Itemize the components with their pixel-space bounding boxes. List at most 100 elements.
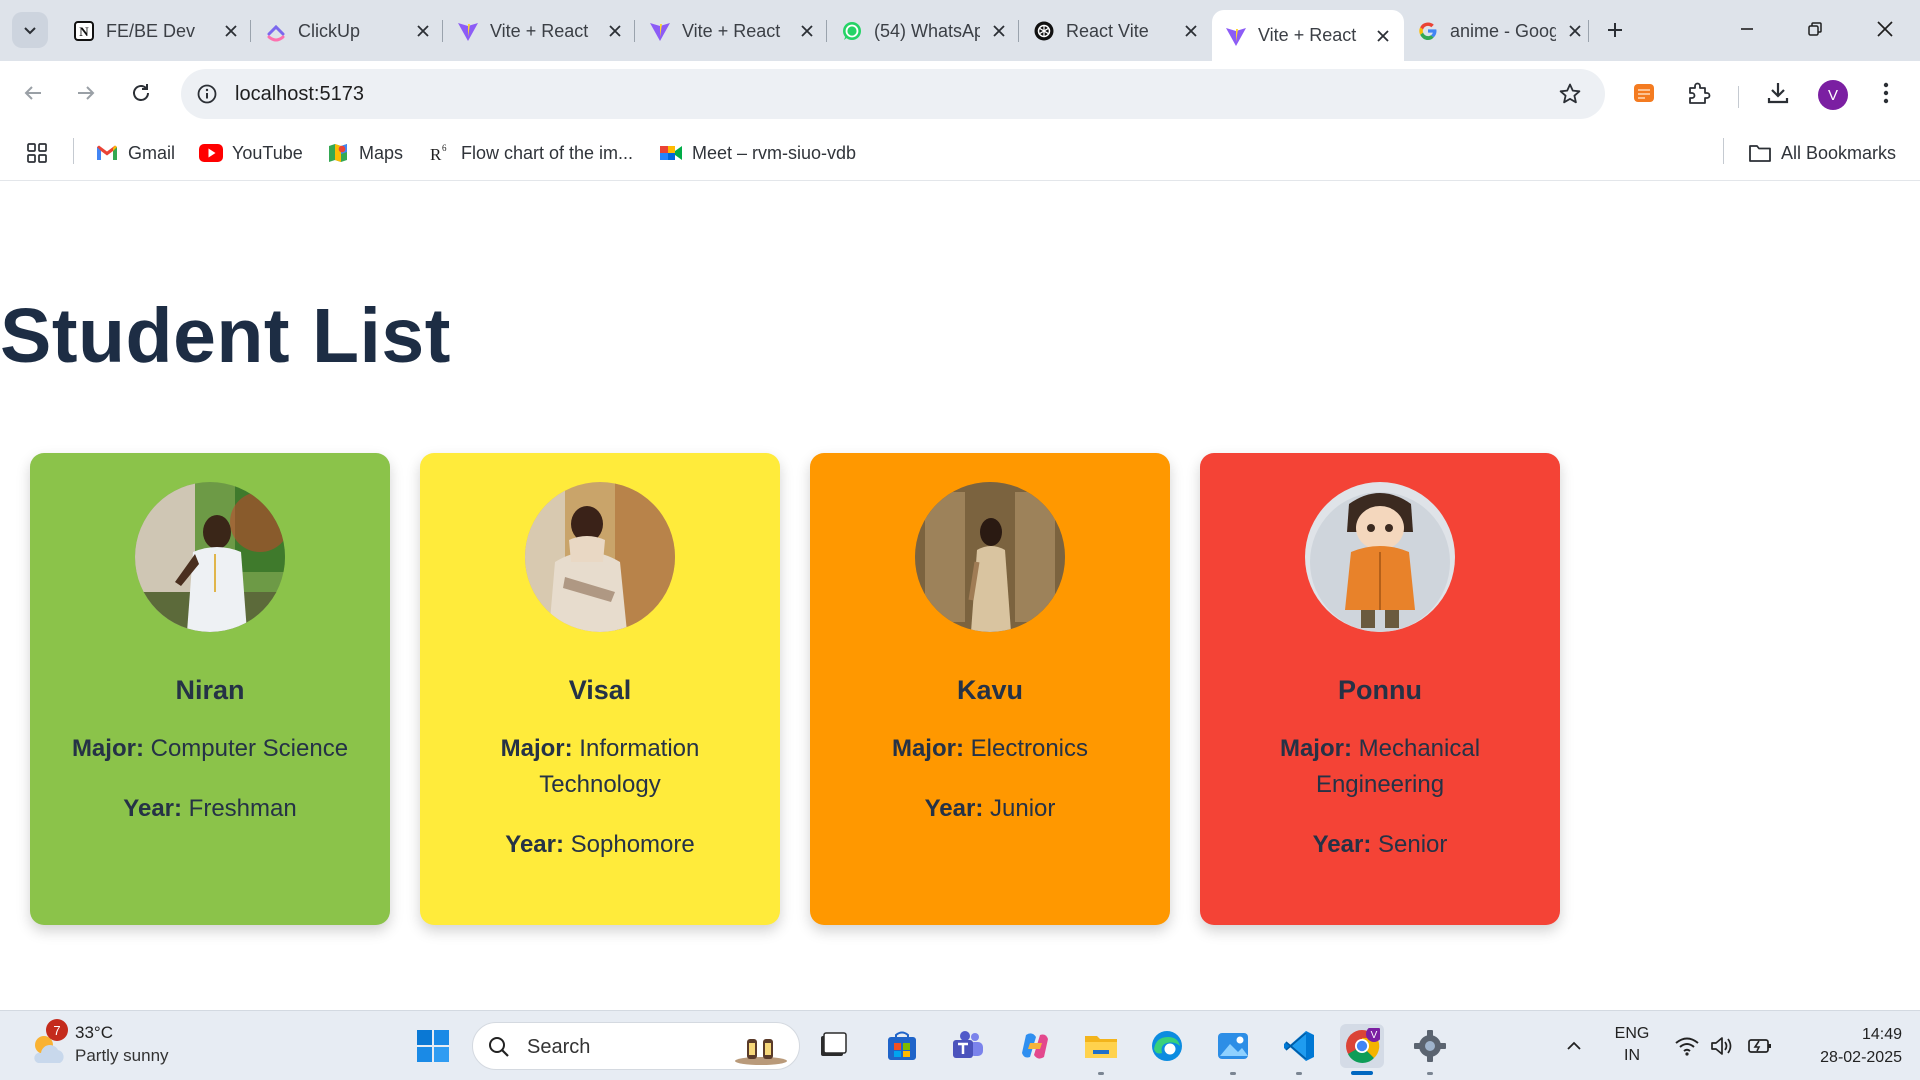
site-info-icon[interactable] (195, 82, 219, 106)
weather-badge: 7 (46, 1019, 68, 1041)
tab-title: ClickUp (298, 20, 361, 41)
tab-search-button[interactable] (12, 12, 48, 48)
apps-grid-icon (25, 141, 49, 165)
restore-button[interactable] (1782, 0, 1848, 58)
downloads-icon[interactable] (1761, 76, 1795, 110)
year-label: Year: (924, 795, 984, 822)
bookmark-label: YouTube (232, 142, 303, 163)
system-clock[interactable]: 14:49 28-02-2025 (1780, 1023, 1902, 1069)
tab-vite-react-1[interactable]: Vite + React (444, 11, 636, 51)
student-year: Year: Senior (1240, 827, 1520, 863)
settings-button[interactable] (1408, 1024, 1452, 1075)
close-window-button[interactable] (1852, 0, 1918, 58)
notion-icon: N (72, 19, 96, 43)
tab-vite-react-active[interactable]: Vite + React (1212, 10, 1404, 61)
bookmark-meet[interactable]: Meet – rvm-siuo-vdb (659, 138, 856, 168)
student-card: Niran Major: Computer Science Year: Fres… (30, 453, 390, 925)
student-major: Major: Mechanical Engineering (1240, 731, 1520, 803)
address-bar[interactable]: localhost:5173 (181, 69, 1605, 119)
page-title: Student List (0, 293, 451, 379)
menu-kebab-icon[interactable] (1869, 76, 1903, 110)
bookmark-youtube[interactable]: YouTube (199, 138, 303, 168)
microsoft-store-button[interactable] (880, 1024, 924, 1068)
tab-whatsapp[interactable]: (54) WhatsApp (828, 11, 1020, 51)
profile-avatar[interactable]: V (1818, 80, 1848, 110)
student-card: Visal Major: Information Technology Year… (420, 453, 780, 925)
year-value: Senior (1378, 831, 1448, 858)
battery-button[interactable] (1738, 1024, 1782, 1068)
clock-time: 14:49 (1861, 1026, 1902, 1043)
tab-anime-google[interactable]: anime - Google (1404, 11, 1596, 51)
tab-react-vite[interactable]: React Vite (1020, 11, 1212, 51)
file-explorer-button[interactable] (1079, 1024, 1123, 1075)
year-value: Sophomore (570, 831, 695, 858)
chevron-down-icon (24, 27, 36, 35)
store-icon (888, 1031, 916, 1060)
tab-fe-be-dev[interactable]: N FE/BE Dev (60, 11, 252, 51)
close-icon (1877, 21, 1893, 37)
tab-separator (826, 20, 827, 42)
extension-orange-icon[interactable] (1627, 76, 1661, 110)
tab-clickup[interactable]: ClickUp (252, 11, 444, 51)
photos-icon (1218, 1033, 1248, 1059)
start-button[interactable] (411, 1024, 455, 1068)
bookmark-gmail[interactable]: Gmail (95, 138, 175, 168)
student-card: Ponnu Major: Mechanical Engineering Year… (1200, 453, 1560, 925)
major-label: Major: (71, 735, 144, 762)
active-indicator (1351, 1071, 1373, 1075)
chrome-button[interactable]: V (1340, 1024, 1384, 1075)
tab-title: FE/BE Dev (106, 20, 196, 41)
tab-vite-react-2[interactable]: Vite + React (636, 11, 828, 51)
tab-separator (634, 20, 635, 42)
all-bookmarks-button[interactable]: All Bookmarks (1748, 138, 1896, 168)
reload-button[interactable] (123, 75, 159, 111)
year-value: Freshman (188, 795, 297, 822)
copilot-button[interactable] (1013, 1024, 1057, 1068)
vite-icon (648, 19, 672, 43)
close-icon[interactable] (220, 20, 242, 42)
extensions-puzzle-icon[interactable] (1682, 76, 1716, 110)
folder-icon (1085, 1036, 1117, 1058)
bookmark-maps[interactable]: Maps (326, 138, 403, 168)
teams-button[interactable] (946, 1024, 990, 1068)
vscode-button[interactable] (1277, 1024, 1321, 1075)
bookmark-star-icon[interactable] (1557, 81, 1583, 107)
show-hidden-icons-button[interactable] (1552, 1024, 1596, 1068)
forward-button[interactable] (68, 75, 104, 111)
bookmark-flow-chart[interactable]: R6 Flow chart of the im... (428, 138, 633, 168)
svg-text:6: 6 (442, 143, 447, 153)
tab-separator (1018, 20, 1019, 42)
weather-widget[interactable]: 7 33°C Partly sunny (28, 1019, 188, 1071)
weather-temp: 33°C (75, 1023, 113, 1042)
tab-separator (250, 20, 251, 42)
student-name: Niran (175, 675, 245, 705)
edge-button[interactable] (1145, 1024, 1189, 1068)
close-icon[interactable] (1180, 20, 1202, 42)
task-view-icon (821, 1032, 847, 1056)
close-icon[interactable] (1372, 25, 1394, 47)
bookmarks-bar: Gmail YouTube Maps R6 Flow chart of the … (0, 126, 1920, 181)
task-view-button[interactable] (811, 1024, 855, 1068)
close-icon[interactable] (412, 20, 434, 42)
clock-date: 28-02-2025 (1820, 1049, 1902, 1066)
minimize-button[interactable] (1714, 0, 1780, 58)
apps-grid-button[interactable] (25, 138, 58, 168)
openai-icon (1032, 19, 1056, 43)
close-icon[interactable] (796, 20, 818, 42)
meet-icon (659, 141, 683, 165)
chrome-icon: V (1346, 1028, 1380, 1063)
back-button[interactable] (15, 75, 51, 111)
student-avatar (1305, 482, 1455, 632)
major-value: Computer Science (150, 735, 349, 762)
photos-button[interactable] (1211, 1024, 1255, 1075)
close-icon[interactable] (1564, 20, 1586, 42)
url-text: localhost:5173 (235, 83, 364, 105)
taskbar-search[interactable]: Search (472, 1022, 800, 1070)
close-icon[interactable] (988, 20, 1010, 42)
student-avatar (135, 482, 285, 632)
page-content: Student List Niran Major: Computer Scien… (0, 182, 1920, 1010)
student-year: Year: Freshman (70, 791, 350, 827)
new-tab-button[interactable] (1598, 13, 1632, 47)
language-indicator[interactable]: ENG IN (1600, 1023, 1664, 1067)
close-icon[interactable] (604, 20, 626, 42)
